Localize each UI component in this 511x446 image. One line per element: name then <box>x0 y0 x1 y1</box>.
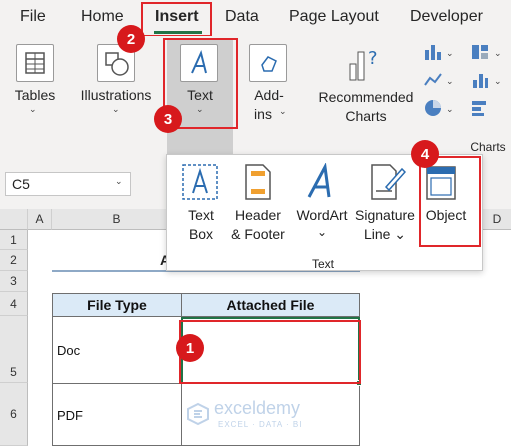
statistic-chart-caret: ⌄ <box>494 76 502 86</box>
type-doc-text: Doc <box>57 343 81 358</box>
tab-developer[interactable]: Developer <box>410 8 483 26</box>
svg-text:?: ? <box>368 48 378 69</box>
column-chart-caret: ⌄ <box>446 48 454 58</box>
signature-line-label-line2[interactable]: Line ⌄ <box>350 224 420 244</box>
addins-label-line1[interactable]: Add- <box>248 86 290 105</box>
wordart-icon[interactable] <box>303 162 341 201</box>
tab-data[interactable]: Data <box>225 8 259 26</box>
watermark: exceldemy EXCEL · DATA · BI <box>186 398 346 432</box>
table-cell-type-doc[interactable]: Doc <box>52 316 182 384</box>
c5-highlight <box>179 320 361 384</box>
textbox-label-line2[interactable]: Box <box>172 224 230 244</box>
column-header-a[interactable]: A <box>28 209 52 230</box>
pie-chart-caret: ⌄ <box>446 104 454 114</box>
step-badge-2: 2 <box>117 25 145 53</box>
row-header-5[interactable]: 5 <box>0 316 28 383</box>
name-box[interactable]: C5 <box>5 172 131 196</box>
addins-label-line2[interactable]: ins <box>246 105 280 124</box>
header-footer-label-line1[interactable]: Header <box>226 205 290 225</box>
row-header-1[interactable]: 1 <box>0 230 28 250</box>
column-header-d[interactable]: D <box>483 209 511 230</box>
insert-tab-highlight <box>141 2 212 37</box>
column-header-b[interactable]: B <box>52 209 182 230</box>
row-header-3[interactable]: 3 <box>0 271 28 292</box>
addins-icon <box>261 56 277 72</box>
wordart-caret[interactable]: ⌄ <box>290 222 354 242</box>
tables-button[interactable] <box>16 44 54 82</box>
tables-caret: ⌄ <box>29 104 37 114</box>
header-file-type[interactable]: File Type <box>52 293 182 317</box>
recommended-charts-label-2[interactable]: Charts <box>314 107 418 126</box>
column-chart-icon[interactable] <box>423 42 443 62</box>
row-header-6[interactable]: 6 <box>0 383 28 446</box>
line-chart-caret: ⌄ <box>446 76 454 86</box>
header-footer-icon[interactable] <box>243 163 273 201</box>
corner-select-all[interactable] <box>0 209 28 230</box>
recommended-charts-label[interactable]: Recommended <box>314 88 418 107</box>
header-footer-label-line2[interactable]: & Footer <box>226 224 290 244</box>
signature-line-label-line1[interactable]: Signature <box>350 205 420 225</box>
illustrations-caret: ⌄ <box>112 104 120 114</box>
signature-line-icon[interactable] <box>368 163 407 201</box>
tables-label[interactable]: Tables <box>7 86 63 105</box>
row-header-4[interactable]: 4 <box>0 292 28 316</box>
watermark-name: exceldemy <box>214 398 301 418</box>
object-highlight <box>419 156 481 247</box>
step-badge-4: 4 <box>411 140 439 168</box>
illustrations-label[interactable]: Illustrations <box>72 86 160 105</box>
pie-chart-icon[interactable] <box>423 98 443 118</box>
hierarchy-chart-caret: ⌄ <box>494 48 502 58</box>
addins-caret: ⌄ <box>279 106 287 116</box>
step-badge-1: 1 <box>176 334 204 362</box>
row-header-2[interactable]: 2 <box>0 250 28 271</box>
tab-home[interactable]: Home <box>81 8 124 26</box>
tab-file[interactable]: File <box>20 8 46 26</box>
step-badge-3: 3 <box>154 105 182 133</box>
watermark-tagline: EXCEL · DATA · BI <box>218 420 303 429</box>
line-chart-icon[interactable] <box>423 70 443 90</box>
textbox-icon[interactable] <box>181 163 219 201</box>
hierarchy-chart-icon[interactable] <box>470 42 490 62</box>
recommended-charts-icon[interactable]: ? <box>346 44 386 84</box>
name-box-caret[interactable]: ⌄ <box>115 176 123 187</box>
tab-page-layout[interactable]: Page Layout <box>289 8 379 26</box>
bar-chart-icon[interactable] <box>470 98 490 118</box>
table-icon <box>25 52 45 74</box>
header-attached-file[interactable]: Attached File <box>181 293 360 317</box>
statistic-chart-icon[interactable] <box>470 70 490 90</box>
addins-button[interactable] <box>249 44 287 82</box>
table-cell-type-pdf[interactable]: PDF <box>52 383 182 446</box>
textbox-label-line1[interactable]: Text <box>172 205 230 225</box>
type-pdf-text: PDF <box>57 408 83 423</box>
watermark-logo-icon <box>187 402 209 426</box>
text-menu-group-label: Text <box>311 257 334 271</box>
